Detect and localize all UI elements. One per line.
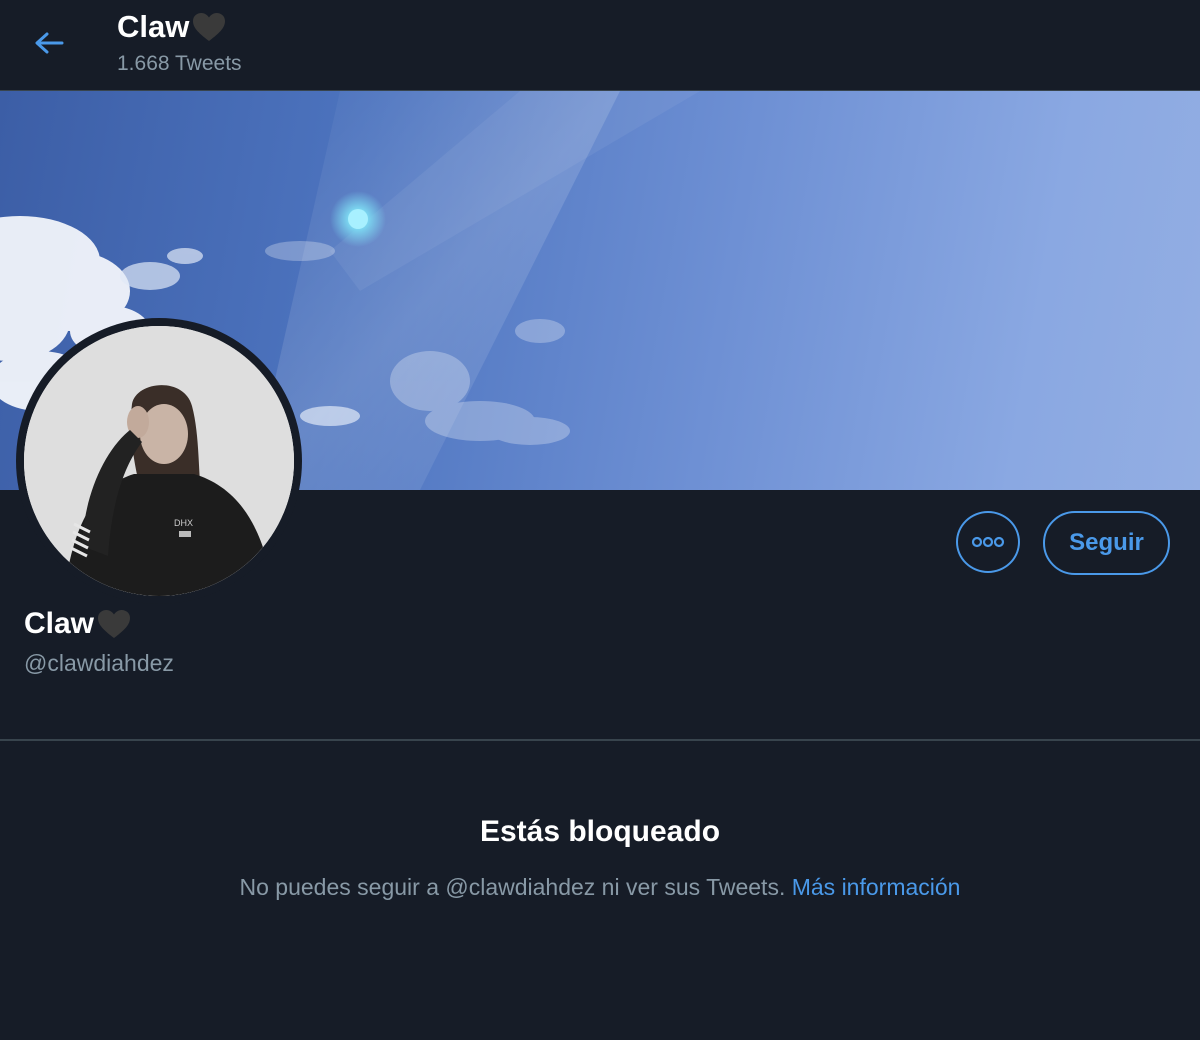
blocked-message: No puedes seguir a @clawdiahdez ni ver s…: [0, 870, 1200, 904]
top-header: Claw 1.668 Tweets: [0, 0, 1200, 91]
back-button[interactable]: [22, 22, 76, 64]
header-title-block: Claw 1.668 Tweets: [117, 8, 242, 79]
header-title: Claw: [117, 8, 242, 46]
more-options-button[interactable]: [956, 511, 1020, 573]
svg-text:DHX: DHX: [174, 518, 193, 528]
profile-name-text: Claw: [24, 607, 95, 640]
black-heart-icon: [98, 610, 131, 638]
profile-avatar[interactable]: DHX: [16, 318, 302, 604]
black-heart-icon: [193, 13, 226, 41]
learn-more-link[interactable]: Más información: [792, 874, 961, 900]
follow-button[interactable]: Seguir: [1043, 511, 1170, 575]
arrow-left-icon: [35, 32, 64, 54]
profile-handle: @clawdiahdez: [24, 650, 174, 676]
section-divider: [0, 739, 1200, 741]
more-options-icon: [971, 536, 1005, 548]
profile-display-name: Claw: [24, 604, 132, 644]
avatar-photo: DHX: [24, 326, 294, 596]
blocked-message-text: No puedes seguir a @clawdiahdez ni ver s…: [239, 874, 786, 900]
profile-page: Claw 1.668 Tweets DHX Seguir Claw @clawd…: [0, 0, 1200, 1040]
blocked-title: Estás bloqueado: [479, 815, 721, 848]
header-name-text: Claw: [117, 9, 190, 44]
tweet-count: 1.668 Tweets: [117, 52, 242, 75]
